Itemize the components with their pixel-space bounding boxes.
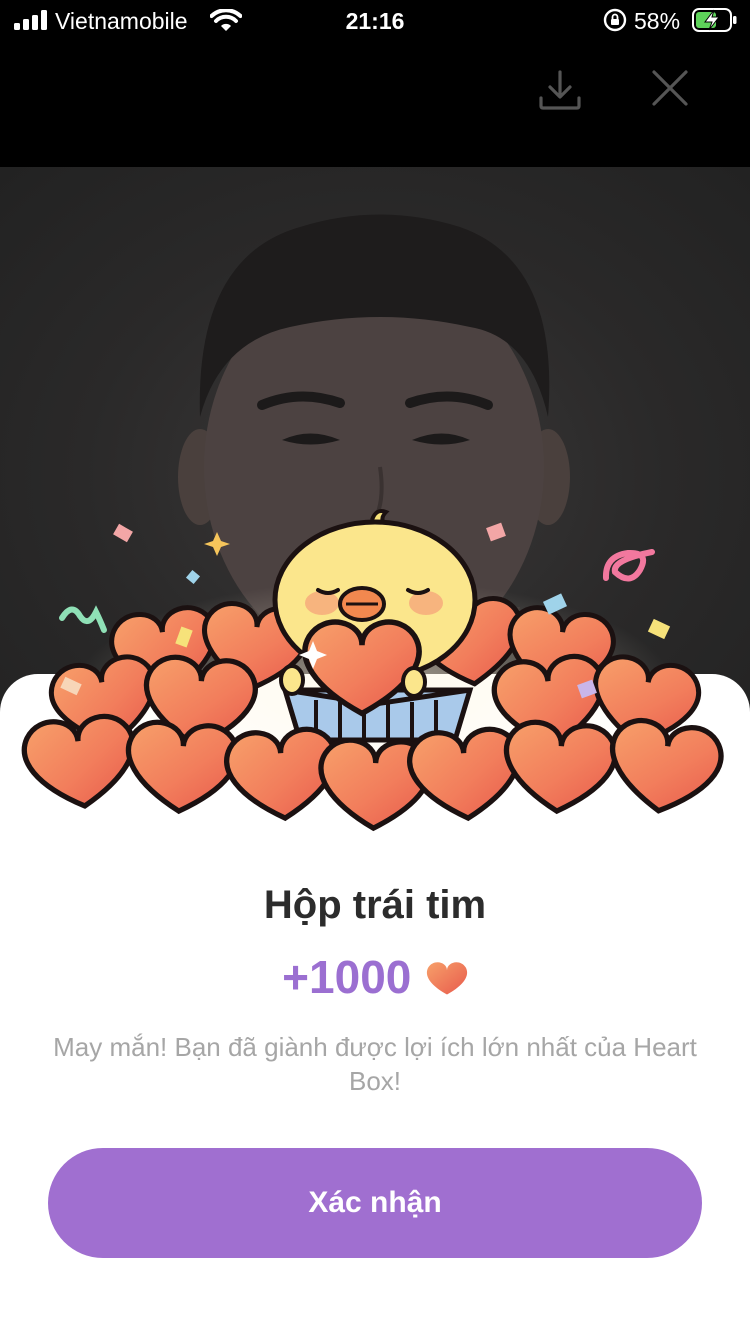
- status-bar: Vietnamobile 21:16 58%: [0, 0, 750, 44]
- confirm-button[interactable]: Xác nhận: [48, 1148, 702, 1258]
- reward-amount: +1000: [282, 951, 412, 1003]
- battery-percent: 58%: [634, 8, 681, 34]
- heart-box-illustration: [0, 509, 750, 850]
- download-icon[interactable]: [536, 66, 584, 114]
- reward-message: May mắn! Bạn đã giành được lợi ích lớn n…: [53, 1032, 697, 1096]
- rotation-lock-icon: [603, 8, 627, 32]
- battery-charging-icon: [692, 8, 737, 32]
- heart-icon: [426, 962, 467, 995]
- reward-row: +1000: [0, 948, 750, 1008]
- close-icon[interactable]: [650, 68, 690, 108]
- dialog-title: Hộp trái tim: [263, 883, 487, 927]
